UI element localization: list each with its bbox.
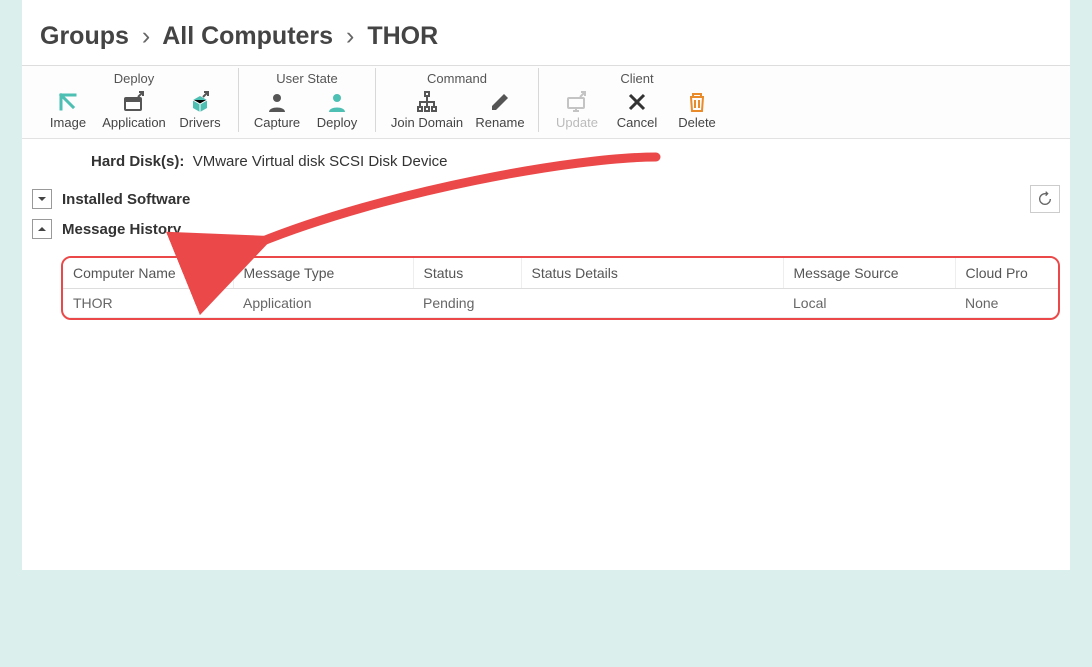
capture-button[interactable]: Capture: [247, 87, 307, 132]
breadcrumb-item-all-computers[interactable]: All Computers: [162, 22, 333, 50]
toolbar-group-label: Client: [547, 68, 727, 87]
toolbar-group-deploy: Deploy Image Application: [30, 68, 239, 132]
chevron-right-icon: ›: [346, 22, 354, 50]
col-header-message-source[interactable]: Message Source: [783, 258, 955, 289]
content-area: Hard Disk(s): VMware Virtual disk SCSI D…: [22, 139, 1070, 570]
breadcrumb: Groups › All Computers › THOR: [22, 0, 1070, 65]
window-arrow-icon: [98, 89, 170, 115]
col-header-message-type[interactable]: Message Type: [233, 258, 413, 289]
deploy-button[interactable]: Deploy: [307, 87, 367, 132]
hard-disk-label: Hard Disk(s):: [91, 153, 184, 170]
application-button[interactable]: Application: [98, 87, 170, 132]
delete-button[interactable]: Delete: [667, 87, 727, 132]
toolbar-group-label: User State: [247, 68, 367, 87]
refresh-icon: [1037, 191, 1053, 207]
cell-computer-name: THOR: [63, 289, 233, 318]
toolbar-button-label: Application: [98, 115, 170, 130]
cell-status-details: [521, 289, 783, 318]
message-history-table: Computer Name Message Type Status Status…: [61, 256, 1060, 320]
breadcrumb-item-thor[interactable]: THOR: [367, 22, 438, 50]
update-button: Update: [547, 87, 607, 132]
image-button[interactable]: Image: [38, 87, 98, 132]
section-title: Message History: [62, 221, 181, 238]
join-domain-button[interactable]: Join Domain: [384, 87, 470, 132]
toolbar-group-label: Command: [384, 68, 530, 87]
col-header-cloud-pro[interactable]: Cloud Pro: [955, 258, 1060, 289]
hard-disk-row: Hard Disk(s): VMware Virtual disk SCSI D…: [32, 145, 1060, 182]
box-arrow-icon: [170, 89, 230, 115]
section-title: Installed Software: [62, 191, 190, 208]
expander-expanded[interactable]: [32, 219, 52, 239]
pencil-icon: [470, 89, 530, 115]
cell-cloud-pro: None: [955, 289, 1060, 318]
chevron-down-icon: [37, 194, 47, 204]
arrow-up-left-icon: [38, 89, 98, 115]
rename-button[interactable]: Rename: [470, 87, 530, 132]
chevron-right-icon: ›: [142, 22, 150, 50]
refresh-button[interactable]: [1030, 185, 1060, 213]
installed-software-section: Installed Software: [32, 182, 1060, 216]
col-header-status[interactable]: Status: [413, 258, 521, 289]
toolbar-button-label: Capture: [247, 115, 307, 130]
toolbar-group-client: Client Update Cancel: [539, 68, 735, 132]
hierarchy-icon: [384, 89, 470, 115]
toolbar-button-label: Rename: [470, 115, 530, 130]
col-header-status-details[interactable]: Status Details: [521, 258, 783, 289]
toolbar-group-command: Command Join Domain Rename: [376, 68, 539, 132]
person-icon: [307, 89, 367, 115]
breadcrumb-item-groups[interactable]: Groups: [40, 22, 129, 50]
table-header-row: Computer Name Message Type Status Status…: [63, 258, 1060, 289]
col-header-computer-name[interactable]: Computer Name: [63, 258, 233, 289]
toolbar-button-label: Update: [547, 115, 607, 130]
toolbar: Deploy Image Application: [22, 66, 1070, 139]
trash-icon: [667, 89, 727, 115]
monitor-arrow-icon: [547, 89, 607, 115]
toolbar-button-label: Cancel: [607, 115, 667, 130]
person-icon: [247, 89, 307, 115]
cell-status: Pending: [413, 289, 521, 318]
message-history-section: Message History: [32, 216, 1060, 242]
toolbar-button-label: Drivers: [170, 115, 230, 130]
cell-message-type: Application: [233, 289, 413, 318]
chevron-up-icon: [37, 224, 47, 234]
toolbar-button-label: Delete: [667, 115, 727, 130]
x-icon: [607, 89, 667, 115]
toolbar-button-label: Join Domain: [384, 115, 470, 130]
toolbar-button-label: Image: [38, 115, 98, 130]
toolbar-group-label: Deploy: [38, 68, 230, 87]
expander-collapsed[interactable]: [32, 189, 52, 209]
hard-disk-value: VMware Virtual disk SCSI Disk Device: [193, 153, 448, 170]
table-row[interactable]: THOR Application Pending Local None: [63, 289, 1060, 318]
toolbar-button-label: Deploy: [307, 115, 367, 130]
cancel-button[interactable]: Cancel: [607, 87, 667, 132]
table-empty-space: [61, 320, 1060, 570]
toolbar-group-user-state: User State Capture Deploy: [239, 68, 376, 132]
drivers-button[interactable]: Drivers: [170, 87, 230, 132]
cell-message-source: Local: [783, 289, 955, 318]
